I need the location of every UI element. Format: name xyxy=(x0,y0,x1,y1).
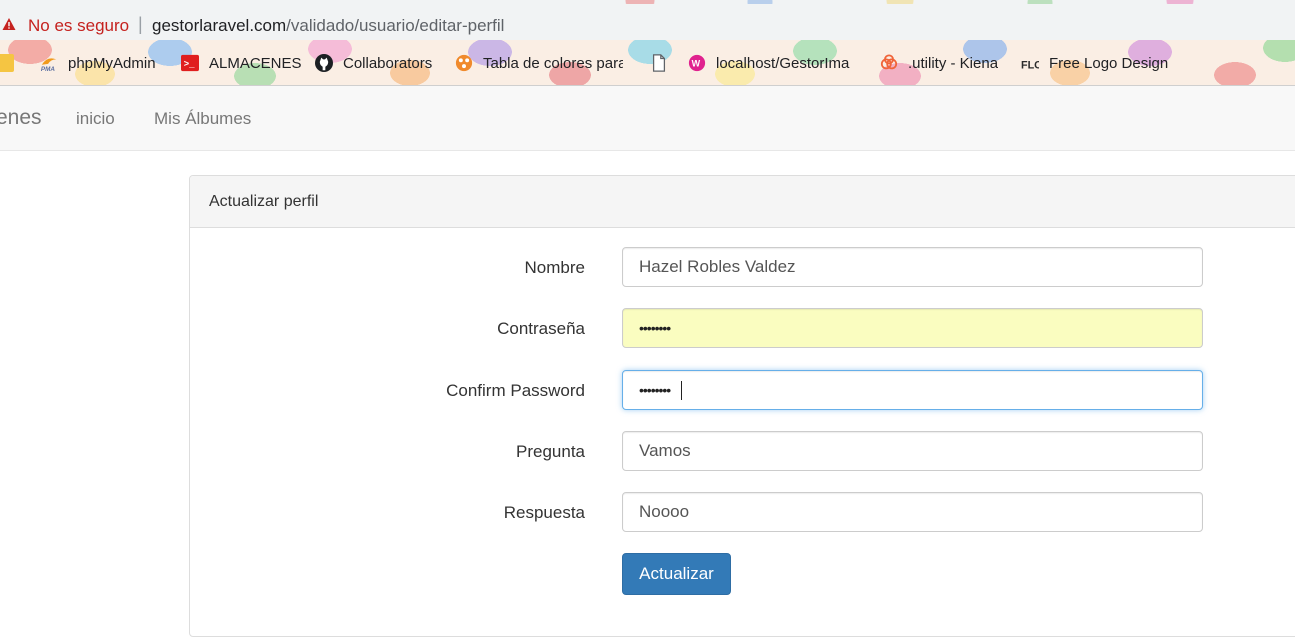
svg-text:W: W xyxy=(692,59,701,69)
bookmark-label: ALMACENES xyxy=(209,54,302,72)
label-confirm-password: Confirm Password xyxy=(446,381,585,400)
respuesta-input[interactable] xyxy=(622,492,1203,532)
panel-heading: Actualizar perfil xyxy=(190,176,1295,228)
bookmarks-bar: PMA phpMyAdmin >_ ALMACENES Collaborator… xyxy=(0,40,1295,85)
phpmyadmin-icon: PMA xyxy=(41,58,57,72)
bookmark-page[interactable] xyxy=(650,52,678,74)
url-text[interactable]: gestorlaravel.com/validado/usuario/edita… xyxy=(152,16,504,36)
password-input[interactable]: •••••••• xyxy=(622,308,1203,348)
page-icon xyxy=(652,54,666,72)
actualizar-button[interactable]: Actualizar xyxy=(622,553,731,595)
bookmark-phpmyadmin[interactable]: PMA phpMyAdmin xyxy=(40,52,156,74)
omnibox[interactable]: No es seguro | gestorlaravel.com/validad… xyxy=(0,4,1295,40)
nav-link-inicio[interactable]: inicio xyxy=(76,109,115,129)
bookmark-almacenes[interactable]: >_ ALMACENES xyxy=(181,52,302,74)
bookmark-utility[interactable]: .utility - Kiena xyxy=(880,52,998,74)
nav-link-mis-albumes[interactable]: Mis Álbumes xyxy=(154,109,251,129)
cloud-icon xyxy=(880,54,898,70)
bookmark-label: Tabla de colores para xyxy=(483,54,623,72)
text-caret xyxy=(681,381,682,400)
label-nombre: Nombre xyxy=(524,258,585,277)
folder-icon xyxy=(0,54,14,72)
browser-address-bar: No es seguro | gestorlaravel.com/validad… xyxy=(0,0,1295,40)
bookmark-free-logo[interactable]: FLO Free Logo Design xyxy=(1021,52,1168,74)
security-warning[interactable]: No es seguro xyxy=(28,16,129,36)
confirm-password-input[interactable]: •••••••• xyxy=(622,370,1203,410)
warning-icon[interactable] xyxy=(2,17,16,31)
wamp-icon: W xyxy=(688,54,706,72)
nombre-input[interactable] xyxy=(622,247,1203,287)
bookmark-localhost[interactable]: W localhost/GestorIma xyxy=(688,52,856,74)
bookmark-label: localhost/GestorIma xyxy=(716,54,850,72)
confirm-password-dots: •••••••• xyxy=(639,382,671,398)
label-pregunta: Pregunta xyxy=(516,442,585,461)
svg-text:FLO: FLO xyxy=(1021,59,1039,71)
bookmark-folder[interactable] xyxy=(0,52,14,74)
panel-title: Actualizar perfil xyxy=(209,193,319,210)
bookmark-collaborators[interactable]: Collaborators xyxy=(315,52,432,74)
svg-text:>_: >_ xyxy=(184,60,195,70)
password-dots: •••••••• xyxy=(639,320,671,336)
bookmark-label: Free Logo Design xyxy=(1049,54,1169,72)
bookmark-label: Collaborators xyxy=(343,54,433,72)
url-separator: | xyxy=(138,14,143,34)
url-host: gestorlaravel.com xyxy=(152,16,287,35)
url-path: /validado/usuario/editar-perfil xyxy=(286,16,505,35)
label-contrasena: Contraseña xyxy=(497,319,585,338)
bookmark-label: .utility - Kiena xyxy=(908,54,999,72)
github-icon xyxy=(315,54,333,72)
navbar-brand[interactable]: enes xyxy=(0,106,42,130)
svg-text:PMA: PMA xyxy=(41,66,55,72)
flo-icon: FLO xyxy=(1021,59,1039,71)
navbar: enes inicio Mis Álbumes xyxy=(0,85,1295,151)
pregunta-input[interactable] xyxy=(622,431,1203,471)
bookmark-label: phpMyAdmin xyxy=(68,54,156,72)
label-respuesta: Respuesta xyxy=(503,503,585,522)
terminal-icon: >_ xyxy=(181,54,199,72)
bookmark-tabla-colores[interactable]: Tabla de colores para xyxy=(455,52,623,74)
palette-icon xyxy=(455,54,473,72)
